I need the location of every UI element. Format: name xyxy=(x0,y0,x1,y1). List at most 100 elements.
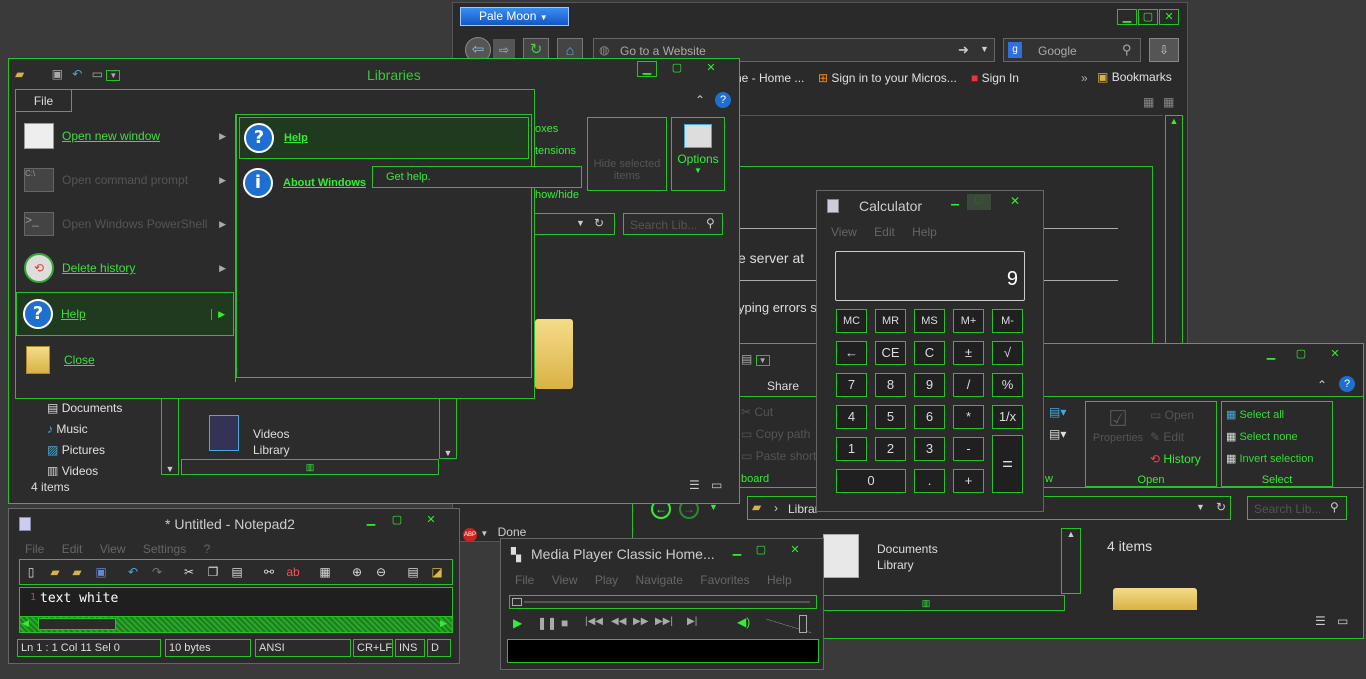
nav-scrollbar[interactable]: ▼ xyxy=(161,395,179,475)
scroll-left-icon[interactable]: ◀ xyxy=(22,618,29,629)
rename-icon[interactable]: ▭ xyxy=(92,67,103,81)
prev-icon[interactable]: |◀◀ xyxy=(585,616,603,627)
palemoon-app-button[interactable]: Pale Moon ▼ xyxy=(460,7,569,26)
nav-item-videos[interactable]: ▥ Videos xyxy=(47,464,98,476)
nav-item-music[interactable]: ♪ Music xyxy=(47,422,88,436)
hide-selected-button[interactable]: Hide selected items xyxy=(587,117,667,191)
minimize-button[interactable]: ▁ xyxy=(727,543,747,559)
forward-icon[interactable]: ▶▶ xyxy=(633,616,648,627)
menu-help[interactable]: Help xyxy=(912,225,937,239)
stop-icon[interactable]: ■ xyxy=(561,616,568,630)
menu-file[interactable]: File xyxy=(515,573,534,587)
bookmark-item[interactable]: ne - Home ... xyxy=(735,71,804,85)
sidebar-icon[interactable]: ▦ xyxy=(1163,95,1174,109)
calc-key[interactable]: 0 xyxy=(836,469,906,493)
menu-view[interactable]: View xyxy=(552,573,578,587)
calc-key[interactable]: 1/x xyxy=(992,405,1023,429)
h-scrollbar[interactable]: ▥ xyxy=(787,595,1065,611)
search-box[interactable]: g Google ⚲ xyxy=(1003,38,1141,62)
volume-icon[interactable]: ◀) xyxy=(737,615,750,629)
v-scrollbar[interactable]: ▲ xyxy=(1061,528,1081,594)
replace-icon[interactable]: ab xyxy=(284,563,302,581)
menu-play[interactable]: Play xyxy=(595,573,618,587)
cut-icon[interactable]: ✂ xyxy=(180,563,198,581)
h-scrollbar[interactable]: ◀ ▶ xyxy=(20,616,452,632)
menu-help[interactable]: ? Help ▶ xyxy=(16,292,234,336)
calc-key[interactable]: / xyxy=(953,373,984,397)
rewind-icon[interactable]: ◀◀ xyxy=(611,616,626,627)
calc-key[interactable]: * xyxy=(953,405,984,429)
menu-settings[interactable]: Settings xyxy=(143,542,186,556)
seek-bar[interactable] xyxy=(509,595,817,609)
close-button[interactable]: ✕ xyxy=(1325,347,1345,363)
nav-item-documents[interactable]: ▤ Documents xyxy=(47,401,122,415)
bookmark-item[interactable]: ■ Sign In xyxy=(971,71,1019,85)
scheme-icon[interactable]: ▤ xyxy=(404,563,422,581)
calc-key[interactable]: 2 xyxy=(875,437,906,461)
options-button[interactable]: Options ▼ xyxy=(671,117,725,191)
close-button[interactable]: ✕ xyxy=(1003,194,1027,210)
maximize-button[interactable]: ▢ xyxy=(1138,9,1158,25)
calc-key[interactable]: 4 xyxy=(836,405,867,429)
menu-view[interactable]: View xyxy=(831,225,857,239)
calc-key[interactable]: 1 xyxy=(836,437,867,461)
bookmark-item[interactable]: ⊞ Sign in to your Micros... xyxy=(818,71,957,85)
calc-key[interactable]: - xyxy=(953,437,984,461)
minimize-button[interactable]: ▁ xyxy=(1117,9,1137,25)
redo-icon[interactable]: ↷ xyxy=(148,563,166,581)
details-view-icon[interactable]: ☰ xyxy=(689,478,700,492)
dropdown-icon[interactable]: ▼ xyxy=(1196,502,1205,512)
go-arrow-icon[interactable]: ➜ xyxy=(958,42,969,58)
minimize-button[interactable]: ▁ xyxy=(361,513,381,529)
menu-close[interactable]: Close xyxy=(16,338,234,382)
new-file-icon[interactable]: ▯ xyxy=(22,563,40,581)
menu-delete-history[interactable]: ⟲ Delete history ▶ xyxy=(16,246,234,290)
menu-open-new-window[interactable]: Open new window ▶ xyxy=(16,114,234,158)
search-input[interactable]: Search Lib... ⚲ xyxy=(623,213,723,235)
dropdown-icon[interactable]: ▼ xyxy=(576,218,585,228)
properties-icon[interactable]: ▣ xyxy=(52,67,63,81)
open-button[interactable]: ▭ Open xyxy=(1150,408,1194,422)
content-v-scrollbar[interactable]: ▼ xyxy=(439,397,457,459)
search-icon[interactable]: ⚲ xyxy=(1122,42,1132,58)
maximize-button[interactable]: ▢ xyxy=(751,543,771,559)
paste-icon[interactable]: ▤ xyxy=(228,563,246,581)
nav-item-pictures[interactable]: ▨ Pictures xyxy=(47,443,105,457)
editor[interactable]: 1 text white ◀ ▶ xyxy=(19,587,453,633)
copy-icon[interactable]: ❐ xyxy=(204,563,222,581)
menu-favorites[interactable]: Favorites xyxy=(700,573,749,587)
zoom-out-icon[interactable]: ⊖ xyxy=(372,563,390,581)
content-h-scrollbar[interactable]: ▥ xyxy=(181,459,439,475)
details-view-icon[interactable]: ☰ xyxy=(1315,614,1326,628)
help-icon[interactable]: ? xyxy=(1339,376,1355,392)
refresh-icon[interactable]: ↻ xyxy=(1216,500,1226,514)
invert-selection-button[interactable]: ▦ Invert selection xyxy=(1226,452,1313,465)
calc-key[interactable]: 9 xyxy=(914,373,945,397)
close-button[interactable]: ✕ xyxy=(785,543,805,559)
easy-access-icon[interactable]: ▤▾ xyxy=(1049,427,1066,441)
menu-view[interactable]: View xyxy=(100,542,126,556)
history-button[interactable]: ⟲ History xyxy=(1150,452,1201,466)
menu-help[interactable]: Help xyxy=(767,573,792,587)
calc-key[interactable]: . xyxy=(914,469,945,493)
help-icon[interactable]: ? xyxy=(715,92,731,108)
menu-edit[interactable]: Edit xyxy=(874,225,895,239)
zoom-in-icon[interactable]: ⊕ xyxy=(348,563,366,581)
tab-share[interactable]: Share xyxy=(743,376,823,396)
breadcrumb[interactable]: Librar xyxy=(788,502,819,516)
menu-navigate[interactable]: Navigate xyxy=(636,573,683,587)
adblock-icon[interactable]: ABP xyxy=(463,528,477,542)
calc-key[interactable]: √ xyxy=(992,341,1023,365)
vertical-scrollbar[interactable]: ▲ xyxy=(1165,115,1183,351)
calc-key[interactable]: 6 xyxy=(914,405,945,429)
scroll-down-icon[interactable]: ▼ xyxy=(162,464,178,474)
equals-button[interactable]: = xyxy=(992,435,1023,493)
view-icon[interactable]: ▦ xyxy=(1143,95,1154,109)
scroll-up-icon[interactable]: ▲ xyxy=(1166,116,1182,126)
calc-key[interactable]: 5 xyxy=(875,405,906,429)
calc-key[interactable]: MC xyxy=(836,309,867,333)
bookmarks-overflow-icon[interactable]: » xyxy=(1081,71,1088,85)
menu-help[interactable]: ? xyxy=(204,542,211,556)
save-icon[interactable]: ▣ xyxy=(92,563,110,581)
undo-icon[interactable]: ↶ xyxy=(124,563,142,581)
